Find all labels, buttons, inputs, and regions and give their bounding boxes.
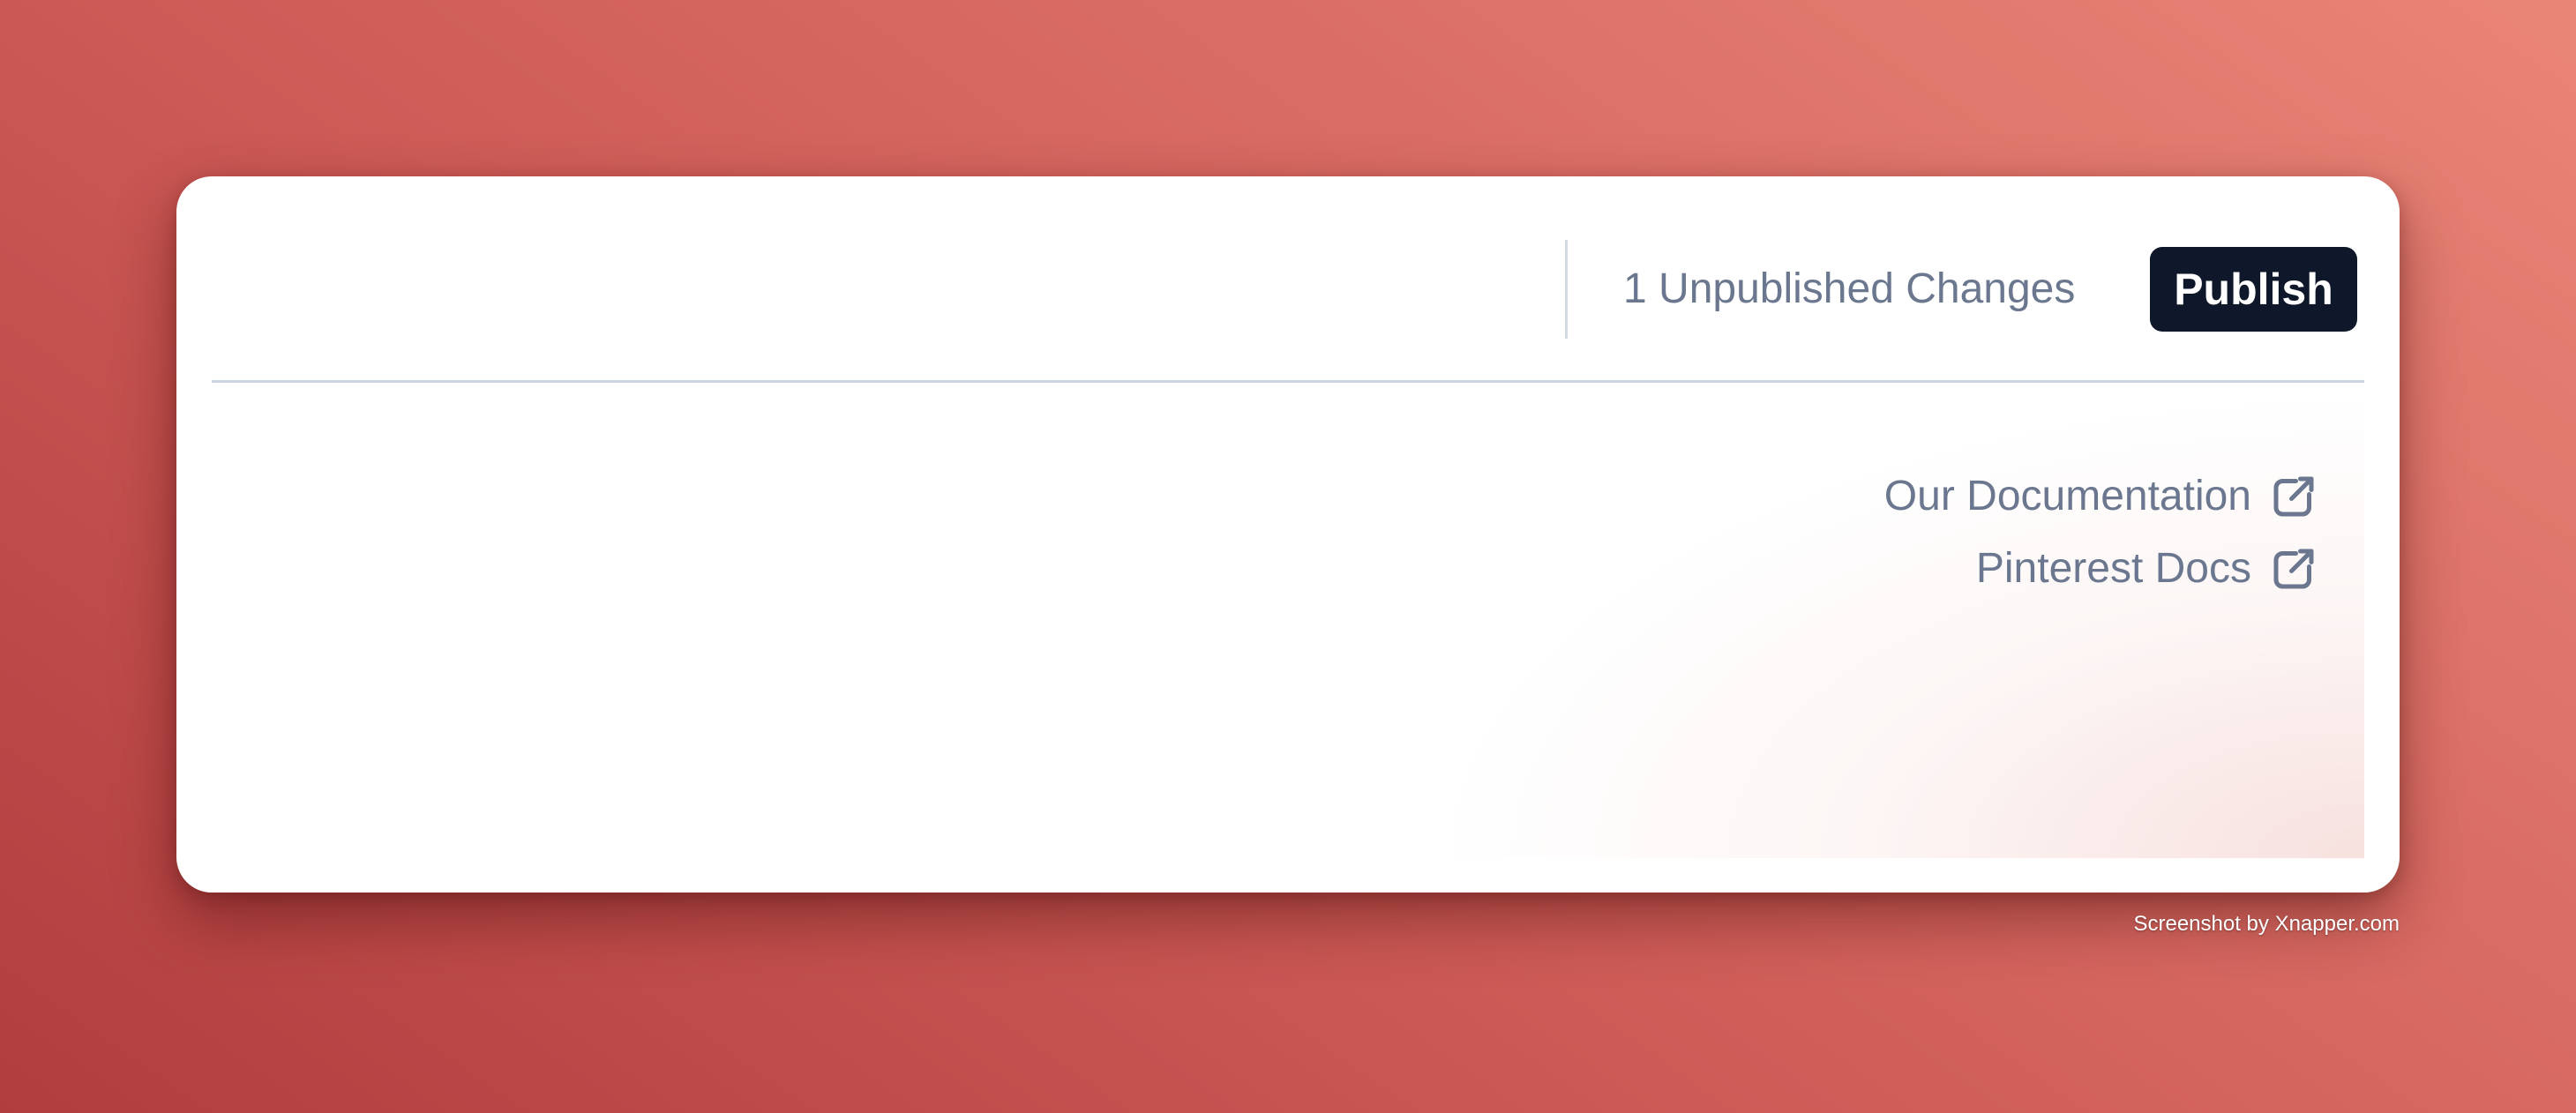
top-bar: 1 Unpublished Changes Publish	[212, 176, 2364, 383]
docs-links: Our Documentation Pinterest Docs	[1884, 470, 2320, 595]
app-card: 1 Unpublished Changes Publish Our Docume…	[176, 176, 2400, 893]
our-documentation-link[interactable]: Our Documentation	[1884, 470, 2320, 523]
external-link-icon	[2267, 542, 2320, 595]
pinterest-docs-link[interactable]: Pinterest Docs	[1976, 542, 2320, 595]
external-link-icon	[2267, 470, 2320, 523]
vertical-divider	[1565, 240, 1568, 339]
link-label: Our Documentation	[1883, 473, 2251, 519]
content-area: Our Documentation Pinterest Docs	[212, 385, 2364, 858]
unpublished-changes-status: 1 Unpublished Changes	[1623, 265, 2076, 312]
publish-button[interactable]: Publish	[2150, 247, 2357, 332]
link-label: Pinterest Docs	[1975, 545, 2251, 592]
screenshot-credit: Screenshot by Xnapper.com	[2133, 912, 2400, 936]
